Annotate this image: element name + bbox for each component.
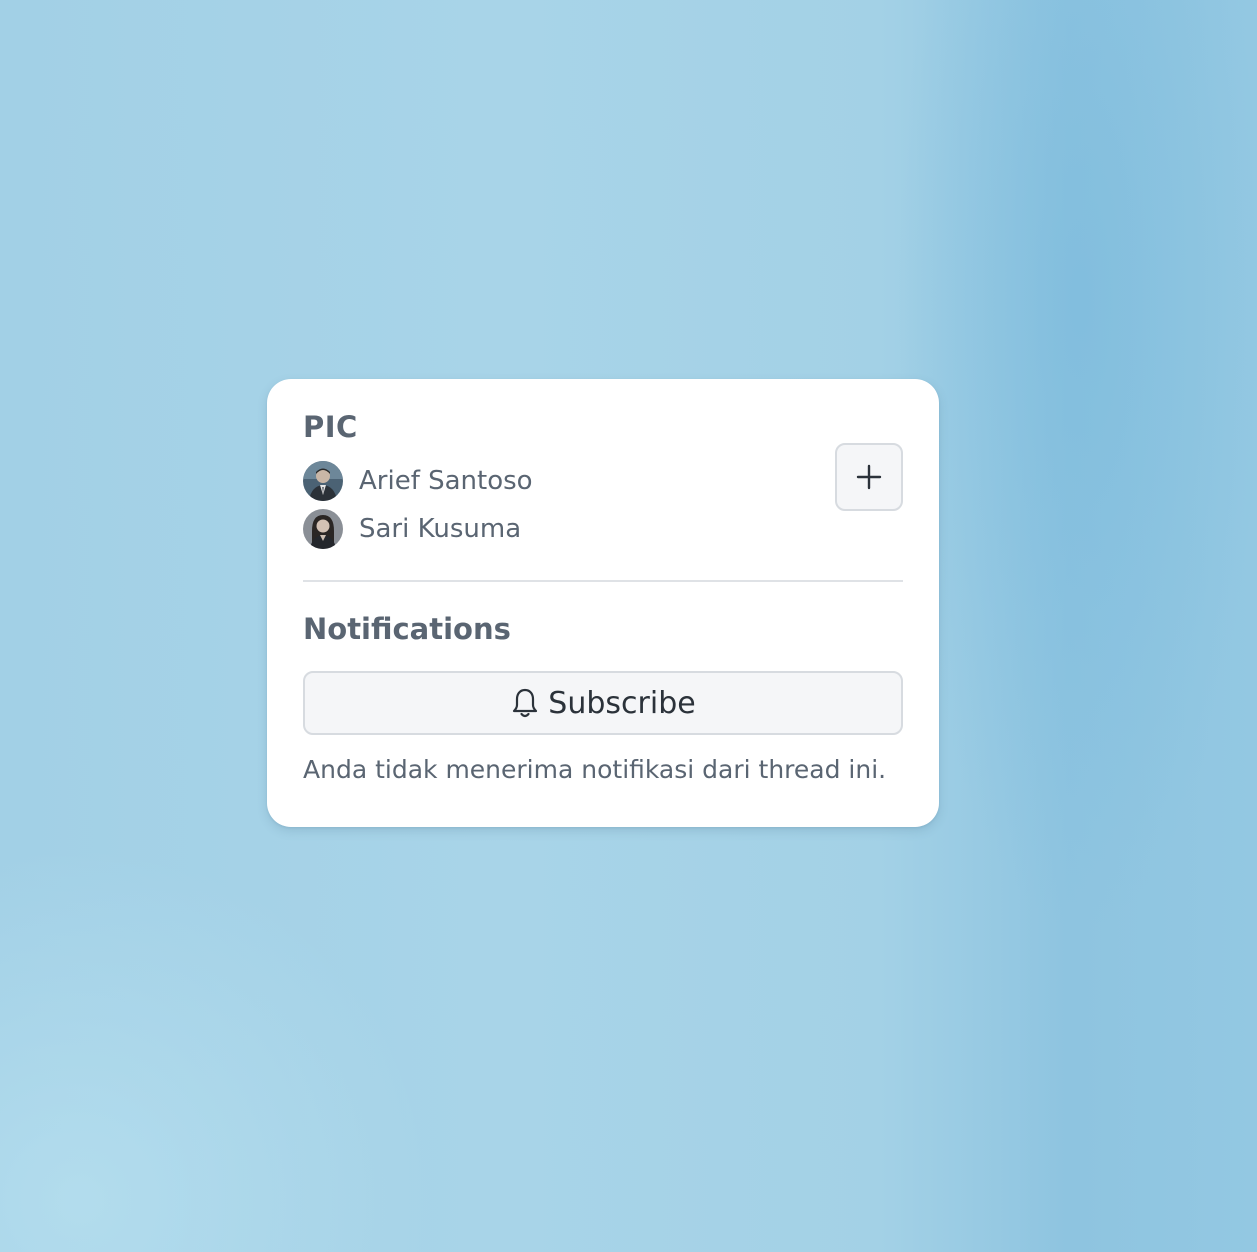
avatar: [303, 509, 343, 549]
add-assignee-button[interactable]: [835, 443, 903, 511]
notifications-heading: Notifications: [303, 612, 511, 646]
assignee-name: Arief Santoso: [359, 466, 533, 496]
avatar: [303, 461, 343, 501]
subscribe-label: Subscribe: [548, 685, 696, 721]
assignee-item[interactable]: Sari Kusuma: [303, 509, 521, 549]
pic-heading: PIC: [303, 410, 358, 444]
notification-status-text: Anda tidak menerima notifikasi dari thre…: [303, 755, 887, 784]
bell-icon: [513, 688, 538, 718]
section-divider: [303, 580, 903, 582]
subscribe-button[interactable]: Subscribe: [303, 671, 903, 735]
sidebar-card: PIC Arief Santoso Sari Kusuma Notificati…: [267, 379, 939, 827]
assignee-name: Sari Kusuma: [359, 514, 522, 544]
assignee-item[interactable]: Arief Santoso: [303, 461, 533, 501]
plus-icon: [856, 464, 882, 490]
